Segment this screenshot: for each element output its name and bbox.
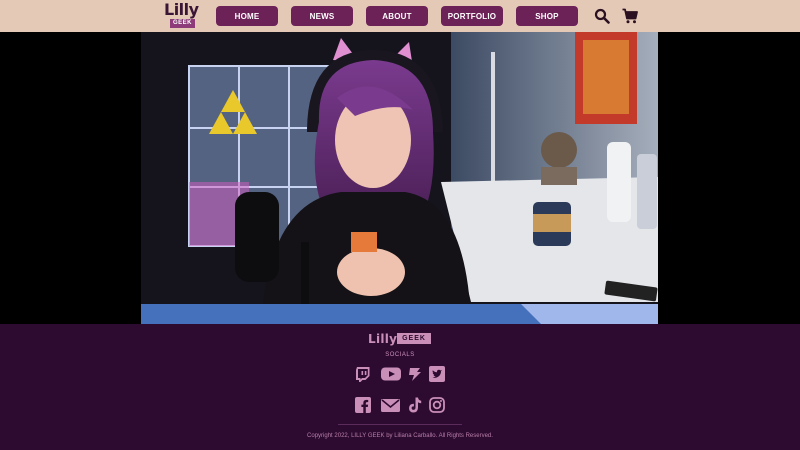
nav-shop-button[interactable]: SHOP (516, 6, 578, 26)
cart-icon[interactable] (622, 8, 638, 24)
socials-label: SOCIALS (385, 352, 415, 358)
footer-logo-text: Lilly (368, 332, 398, 346)
video-section (0, 32, 800, 351)
site-header: Lilly GEEK HOME NEWS ABOUT PORTFOLIO SHO… (0, 0, 800, 32)
twitter-icon[interactable] (429, 366, 445, 382)
logo-text: Lilly (164, 0, 199, 19)
video-player[interactable] (141, 32, 658, 324)
youtube-icon[interactable] (381, 366, 401, 382)
logo-tag: GEEK (170, 19, 196, 28)
nav-home-button[interactable]: HOME (216, 6, 278, 26)
instagram-icon[interactable] (429, 397, 445, 413)
search-icon[interactable] (594, 8, 610, 24)
copyright-text: Copyright 2022, LILLY GEEK by Liliana Ca… (307, 433, 493, 439)
tiktok-icon[interactable] (407, 397, 423, 413)
streamloots-icon[interactable] (407, 366, 423, 382)
nav-portfolio-button[interactable]: PORTFOLIO (441, 6, 503, 26)
site-logo[interactable]: Lilly GEEK (164, 0, 199, 30)
nav-about-button[interactable]: ABOUT (366, 6, 428, 26)
mail-icon[interactable] (381, 397, 400, 413)
facebook-icon[interactable] (355, 397, 371, 413)
footer-logo-tag: GEEK (397, 333, 431, 344)
twitch-icon[interactable] (355, 366, 371, 382)
nav-news-button[interactable]: NEWS (291, 6, 353, 26)
footer-divider (338, 424, 462, 425)
stream-video-frame (141, 32, 658, 324)
